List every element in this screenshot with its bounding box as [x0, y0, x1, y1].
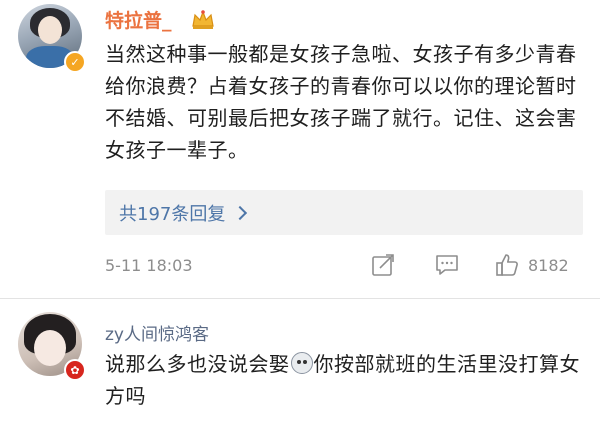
divider: [0, 298, 600, 299]
replies-count-label: 共197条回复: [119, 203, 226, 225]
username[interactable]: zy人间惊鸿客: [105, 320, 209, 345]
view-replies-button[interactable]: 共197条回复: [105, 190, 583, 235]
emoji-icon: [290, 352, 313, 374]
crown-icon: [192, 10, 214, 29]
username[interactable]: 特拉普_: [105, 6, 172, 33]
timestamp: 5-11 18:03: [105, 256, 193, 275]
comment-text: 当然这种事一般都是女孩子急啦、女孩子有多少青春给你浪费？占着女孩子的青春你可以以…: [105, 42, 577, 162]
thumbs-up-icon: [496, 254, 518, 276]
comment-thread: ✓ 特拉普_ 当然这种事一般都是女孩子急啦、女孩子有多少青春给你浪费？占着女孩子…: [0, 0, 600, 422]
vip-badge-icon: ✓: [64, 51, 86, 73]
region-badge-icon: ✿: [64, 359, 86, 381]
comment-text: 说那么多也没说会娶 你按部就班的生活里没打算女方吗: [105, 348, 595, 412]
reply-button[interactable]: [434, 250, 460, 280]
like-button[interactable]: 8182: [494, 250, 569, 280]
comment-text-part: 说那么多也没说会娶: [105, 352, 290, 376]
share-icon: [372, 254, 394, 276]
like-count: 8182: [528, 255, 569, 275]
share-button[interactable]: [370, 250, 396, 280]
chevron-right-icon: [233, 205, 248, 220]
comment-icon: [436, 255, 458, 275]
